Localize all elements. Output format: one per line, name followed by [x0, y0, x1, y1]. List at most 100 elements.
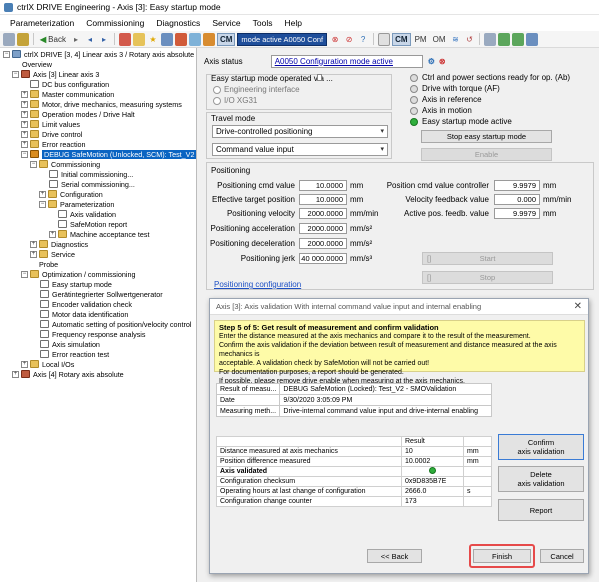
menu-commissioning[interactable]: Commissioning [80, 18, 150, 28]
expand-icon[interactable]: + [49, 230, 56, 238]
forward-icon[interactable]: ▸ [70, 33, 82, 46]
pos-jerk-input[interactable]: 40 000.0000 [299, 253, 347, 264]
device-icon[interactable] [484, 32, 497, 46]
cancel-icon[interactable]: ⊗ [439, 57, 446, 66]
tree-machine-accept[interactable]: + Machine acceptance test [49, 229, 150, 239]
command-input-select[interactable]: Command value input ▾ [212, 143, 388, 156]
expand-icon[interactable]: + [30, 240, 37, 248]
export-icon[interactable] [526, 32, 539, 46]
expand-icon[interactable]: + [21, 100, 28, 108]
tree-safemotion-report[interactable]: SafeMotion report [58, 219, 127, 229]
menu-parameterization[interactable]: Parameterization [4, 18, 80, 28]
enable-button[interactable]: Enable [421, 148, 552, 161]
tree-initial-comm[interactable]: Initial commissioning... [49, 169, 133, 179]
collapse-icon[interactable]: − [39, 200, 46, 208]
tree-axis-validation[interactable]: Axis validation [58, 209, 116, 219]
expand-icon[interactable]: + [21, 360, 28, 368]
signal-icon[interactable]: ≋ [449, 33, 461, 46]
info-icon[interactable]: ⚙ [428, 57, 435, 66]
tree-axis-sim[interactable]: Axis simulation [40, 339, 100, 349]
tree-parameterization[interactable]: − Parameterization [39, 199, 114, 209]
expand-icon[interactable]: + [21, 140, 28, 148]
tree-auto-setting[interactable]: Automatic setting of position/velocity c… [40, 319, 191, 329]
pm-mode-button[interactable]: PM [413, 33, 429, 46]
back-button[interactable]: ◀ Back [38, 33, 68, 46]
tree-freq-analysis[interactable]: Frequency response analysis [40, 329, 146, 339]
expand-icon[interactable]: + [12, 370, 19, 378]
tree-local-io[interactable]: + Local I/Os [21, 359, 74, 369]
confirm-validation-button[interactable]: Confirm axis validation [498, 434, 584, 460]
tree-motor-data-id[interactable]: Motor data identification [40, 309, 128, 319]
folder-icon[interactable] [132, 32, 145, 46]
distance-input[interactable]: 10 [401, 446, 464, 457]
radio-io[interactable]: I/O XG31 [213, 96, 257, 105]
collapse-icon[interactable]: − [30, 160, 37, 168]
collapse-icon[interactable]: − [21, 150, 28, 158]
cut-icon[interactable] [118, 32, 131, 46]
menu-tools[interactable]: Tools [247, 18, 279, 28]
tree-optimization[interactable]: − Optimization / commissioning [21, 269, 135, 279]
menu-diagnostics[interactable]: Diagnostics [150, 18, 206, 28]
delete-validation-button[interactable]: Delete axis validation [498, 466, 584, 492]
expand-icon[interactable]: + [30, 250, 37, 258]
check-list-icon[interactable] [512, 32, 525, 46]
pos-cmd-input[interactable]: 10.0000 [299, 180, 347, 191]
tree-probe[interactable]: Probe [39, 259, 58, 269]
expand-icon[interactable]: + [21, 120, 28, 128]
print-icon[interactable] [174, 32, 187, 46]
stop-easy-startup-button[interactable]: Stop easy startup mode [421, 130, 552, 143]
start-button[interactable]: [] Start [422, 252, 553, 265]
tree-service[interactable]: + Service [30, 249, 75, 259]
tree-root[interactable]: − ctrlX DRIVE [3, 4] Linear axis 3 / Rota… [3, 49, 194, 59]
error-icon[interactable]: ⊘ [343, 33, 355, 46]
tree-error-test[interactable]: Error reaction test [40, 349, 109, 359]
radio-engineering[interactable]: Engineering interface [213, 85, 300, 94]
tree-error-reaction[interactable]: + Error reaction [21, 139, 86, 149]
stop-button[interactable]: [] Stop [422, 271, 553, 284]
tree-op-modes[interactable]: + Operation modes / Drive Halt [21, 109, 135, 119]
tree-master-comm[interactable]: + Master communication [21, 89, 114, 99]
back-button[interactable]: << Back [367, 549, 422, 563]
travel-mode-select[interactable]: Drive-controlled positioning ▾ [212, 125, 388, 138]
lock-icon[interactable] [202, 32, 215, 46]
expand-icon[interactable]: + [21, 110, 28, 118]
star-icon[interactable]: ★ [147, 33, 159, 46]
check-icon[interactable] [498, 32, 511, 46]
close-icon[interactable]: ✕ [574, 301, 582, 312]
tree-debug-safemotion[interactable]: − DEBUG SafeMotion (Unlocked, SCM): Test_… [21, 149, 196, 159]
tree-dc-bus[interactable]: DC bus configuration [30, 79, 109, 89]
tree-serial-comm[interactable]: Serial commissioning... [49, 179, 135, 189]
positioning-configuration-link[interactable]: Positioning configuration [214, 280, 301, 289]
monitor-icon[interactable] [188, 32, 201, 46]
save-icon[interactable] [160, 32, 173, 46]
tree-commissioning[interactable]: − Commissioning [30, 159, 100, 169]
cm-mode-button[interactable]: CM [392, 32, 411, 46]
pos-decel-input[interactable]: 2000.0000 [299, 238, 347, 249]
tree-drive-control[interactable]: + Drive control [21, 129, 82, 139]
tree-encoder-check[interactable]: Encoder validation check [40, 299, 132, 309]
new-icon[interactable] [3, 32, 15, 46]
collapse-icon[interactable]: − [12, 70, 19, 78]
om-mode-button[interactable]: OM [431, 33, 448, 46]
pin-icon[interactable] [317, 74, 322, 81]
pos-velocity-input[interactable]: 2000.0000 [299, 208, 347, 219]
help-icon[interactable]: ? [357, 33, 369, 46]
tree-diagnostics[interactable]: + Diagnostics [30, 239, 88, 249]
tree-axis4[interactable]: + Axis [4] Rotary axis absolute [12, 369, 124, 379]
collapse-icon[interactable]: − [21, 270, 28, 278]
expand-icon[interactable]: + [21, 90, 28, 98]
tree-overview[interactable]: Overview [22, 59, 52, 69]
tree-easy-startup[interactable]: Easy startup mode [40, 279, 112, 289]
stop-icon[interactable]: ⊗ [329, 33, 341, 46]
home-icon[interactable] [17, 32, 29, 46]
axis-status-value[interactable]: A0050 Configuration mode active [270, 54, 423, 68]
tree-motor-mech[interactable]: + Motor, drive mechanics, measuring syste… [21, 99, 182, 109]
menu-help[interactable]: Help [279, 18, 308, 28]
collapse-icon[interactable]: − [3, 50, 10, 58]
grid-icon[interactable] [378, 32, 391, 46]
reset-icon[interactable]: ↺ [463, 33, 475, 46]
expand-icon[interactable]: + [21, 130, 28, 138]
finish-button[interactable]: Finish [473, 549, 531, 563]
expand-icon[interactable]: + [39, 190, 46, 198]
menu-service[interactable]: Service [206, 18, 246, 28]
